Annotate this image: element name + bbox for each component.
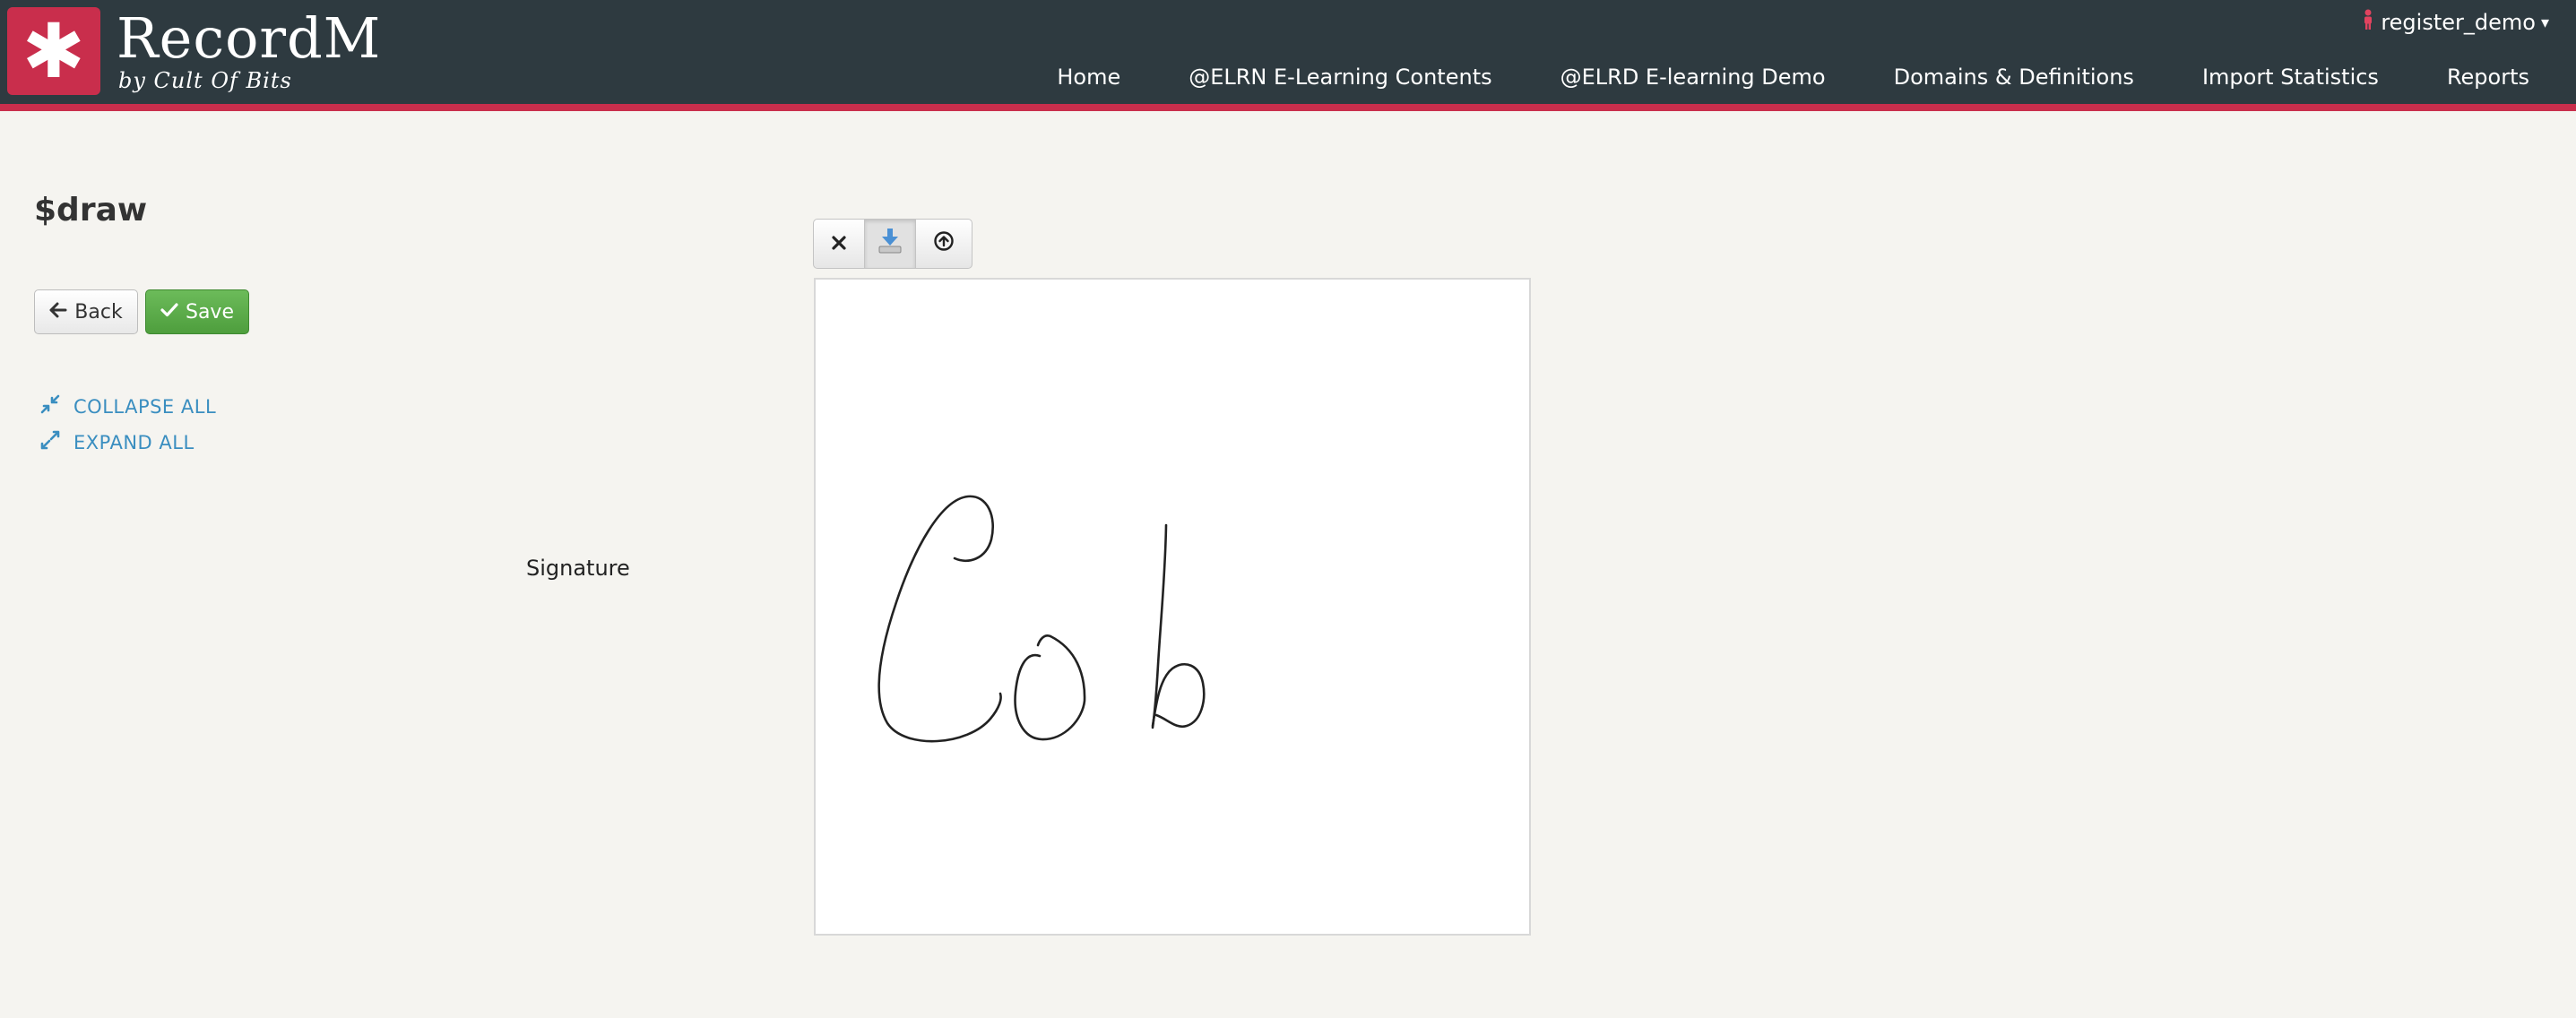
back-button[interactable]: Back <box>34 289 138 334</box>
nav-item-domains[interactable]: Domains & Definitions <box>1860 65 2168 90</box>
save-button-label: Save <box>185 300 234 324</box>
check-icon <box>160 301 178 324</box>
signature-field-label: Signature <box>526 556 630 581</box>
signature-canvas[interactable] <box>814 278 1531 936</box>
expand-all-label: EXPAND ALL <box>73 432 194 453</box>
collapse-icon <box>39 394 61 419</box>
signature-drawing <box>877 495 1206 743</box>
back-button-label: Back <box>74 300 123 324</box>
drawing-toolbar <box>813 219 972 271</box>
collapse-all-link[interactable]: COLLAPSE ALL <box>39 394 216 419</box>
download-drawing-button[interactable] <box>864 219 916 269</box>
username-label: register_demo <box>2381 10 2536 35</box>
main-nav: Home @ELRN E-Learning Contents @ELRD E-l… <box>1023 65 2556 90</box>
upload-drawing-button[interactable] <box>915 219 972 269</box>
user-icon <box>2361 9 2375 36</box>
chevron-down-icon: ▾ <box>2540 13 2549 32</box>
upload-icon <box>933 230 955 258</box>
navbar-accent-stripe <box>0 104 2576 111</box>
arrow-left-icon <box>49 301 67 324</box>
nav-item-elrn[interactable]: @ELRN E-Learning Contents <box>1154 65 1526 90</box>
collapse-all-label: COLLAPSE ALL <box>73 396 217 418</box>
user-menu[interactable]: register_demo ▾ <box>2361 9 2549 36</box>
nav-item-home[interactable]: Home <box>1023 65 1154 90</box>
logo[interactable]: ✱ <box>7 7 100 95</box>
nav-item-elrd[interactable]: @ELRD E-learning Demo <box>1526 65 1860 90</box>
expand-icon <box>39 430 61 455</box>
close-icon <box>831 230 847 257</box>
nav-item-reports[interactable]: Reports <box>2413 65 2556 90</box>
nav-item-import-statistics[interactable]: Import Statistics <box>2168 65 2413 90</box>
save-button[interactable]: Save <box>145 289 249 334</box>
brand-tagline: by Cult Of Bits <box>118 68 292 93</box>
download-icon <box>877 227 903 262</box>
brand-title[interactable]: RecordM <box>117 5 381 71</box>
expand-all-link[interactable]: EXPAND ALL <box>39 430 194 455</box>
clear-drawing-button[interactable] <box>813 219 865 269</box>
page-title: $draw <box>34 192 148 229</box>
asterisk-logo-icon: ✱ <box>22 7 86 95</box>
